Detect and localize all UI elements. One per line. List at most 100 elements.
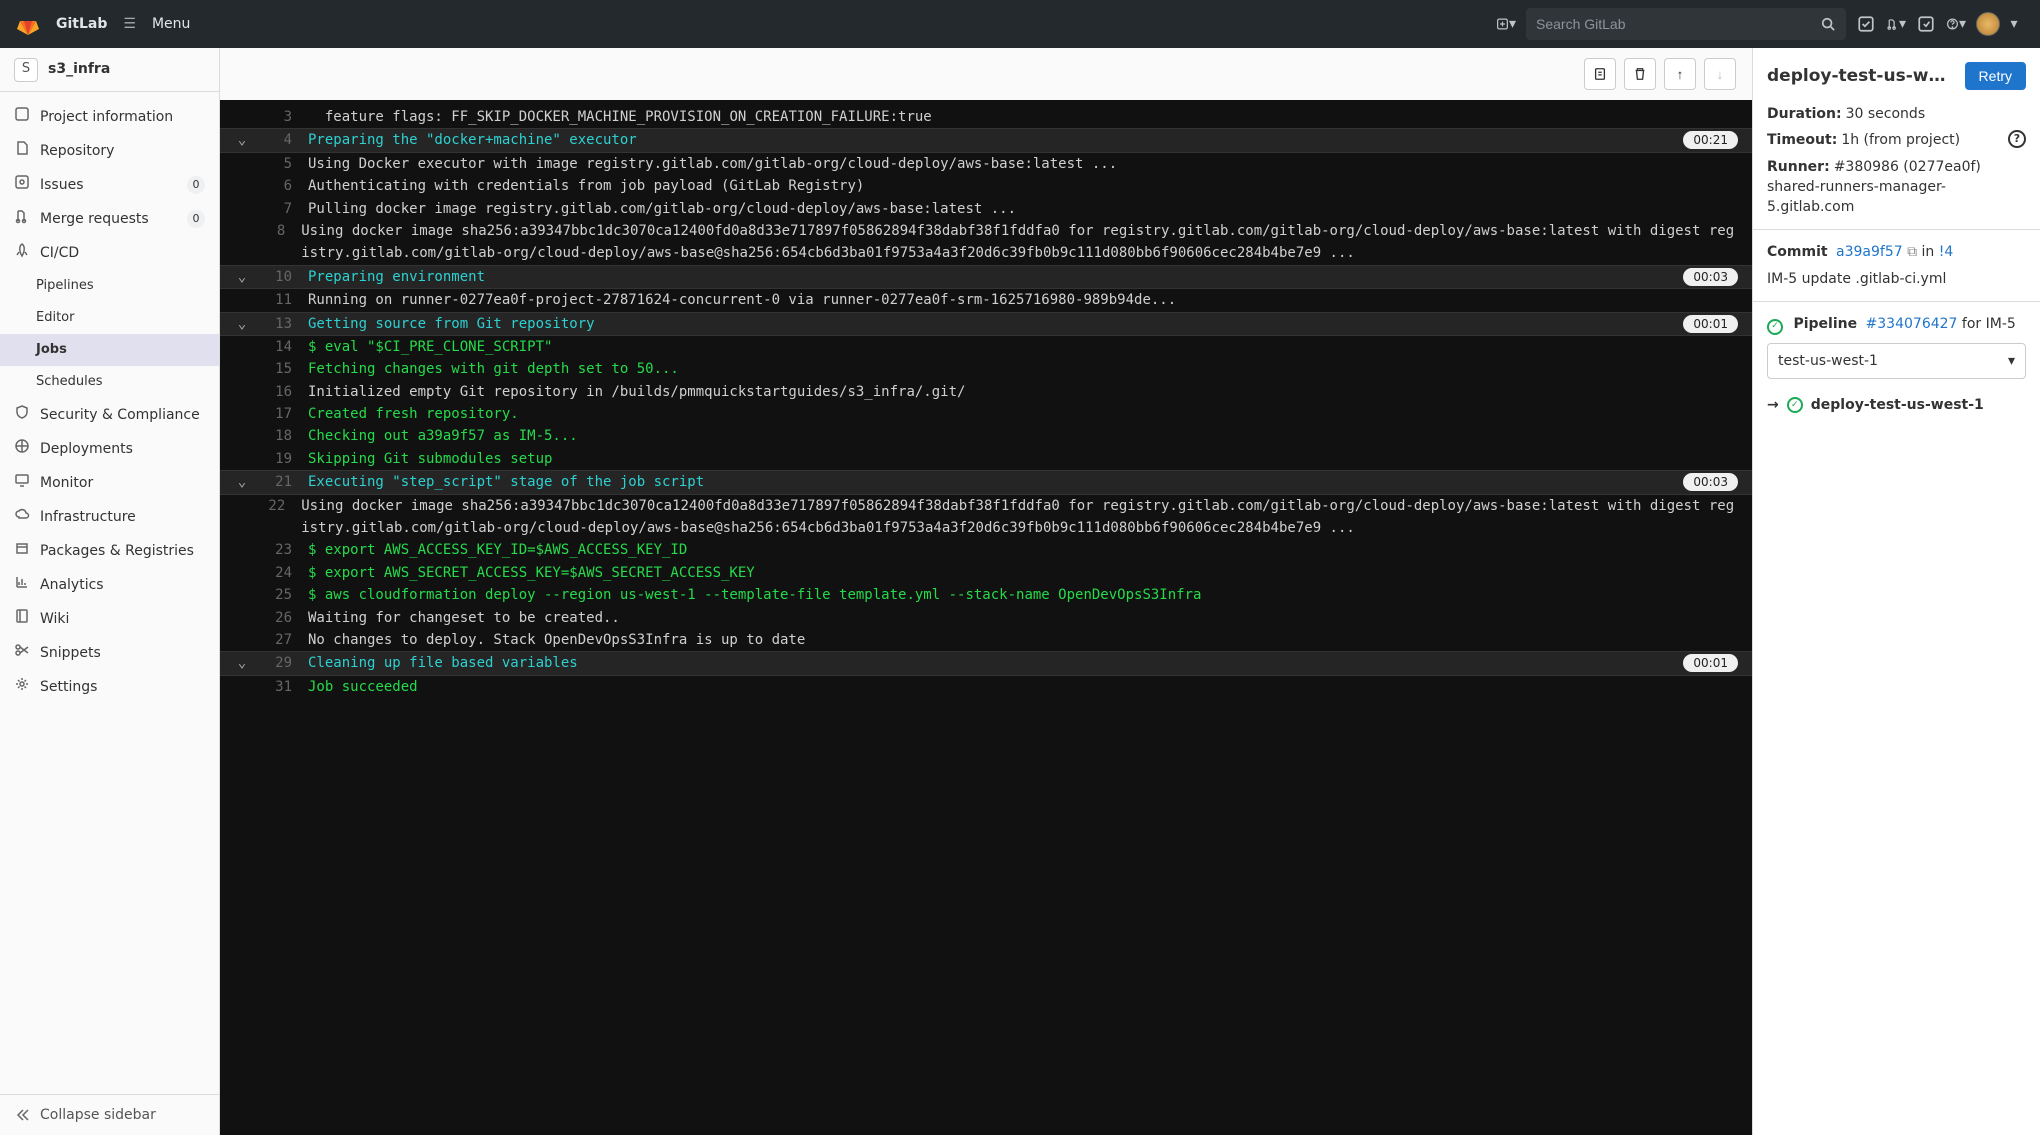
brand-name[interactable]: GitLab [56, 14, 107, 34]
chevron-down-icon [234, 562, 250, 584]
log-line: 15Fetching changes with git depth set to… [220, 358, 1752, 380]
log-line: 7Pulling docker image registry.gitlab.co… [220, 198, 1752, 220]
sidebar-item-merge-requests[interactable]: Merge requests0 [0, 202, 219, 236]
scroll-top-button[interactable]: ↑ [1664, 58, 1696, 90]
commit-sha-link[interactable]: a39a9f57 [1836, 244, 1903, 260]
log-line: 14$ eval "$CI_PRE_CLONE_SCRIPT" [220, 336, 1752, 358]
sidebar-item-repository[interactable]: Repository [0, 134, 219, 168]
scissors-icon [14, 642, 30, 664]
merge-icon [14, 208, 30, 230]
raw-log-button[interactable] [1584, 58, 1616, 90]
help-nav-icon[interactable]: ▾ [1946, 14, 1966, 34]
merge-requests-nav-icon[interactable]: ▾ [1886, 14, 1906, 34]
log-line: 23$ export AWS_ACCESS_KEY_ID=$AWS_ACCESS… [220, 539, 1752, 561]
log-line: 18Checking out a39a9f57 as IM-5... [220, 425, 1752, 447]
hamburger-icon[interactable]: ☰ [123, 14, 136, 34]
sidebar-item-wiki[interactable]: Wiki [0, 602, 219, 636]
log-line: 25$ aws cloudformation deploy --region u… [220, 584, 1752, 606]
chevron-down-icon [234, 584, 250, 606]
copy-sha-icon[interactable]: ⧉ [1907, 244, 1921, 260]
search-input[interactable] [1526, 8, 1846, 40]
sidebar-item-infrastructure[interactable]: Infrastructure [0, 500, 219, 534]
todos-nav-icon[interactable] [1916, 14, 1936, 34]
project-header[interactable]: S s3_infra [0, 48, 219, 92]
sidebar-item-monitor[interactable]: Monitor [0, 466, 219, 500]
log-section-header[interactable]: ⌄13Getting source from Git repository00:… [220, 312, 1752, 336]
user-avatar[interactable]: ▾ [1976, 12, 2024, 36]
chevron-down-icon: ⌄ [234, 471, 250, 493]
pipeline-row: ✓ Pipeline #334076427 for IM-5 [1767, 314, 2026, 335]
stage-dropdown[interactable]: test-us-west-1 ▾ [1767, 343, 2026, 379]
search-icon [1818, 14, 1838, 34]
chevron-down-icon: ⌄ [234, 313, 250, 335]
chevron-down-icon [234, 106, 250, 128]
sidebar-item-ci-cd[interactable]: CI/CD [0, 236, 219, 270]
project-name: s3_infra [48, 59, 110, 79]
collapse-icon [14, 1107, 30, 1123]
sidebar-item-editor[interactable]: Editor [0, 302, 219, 334]
plus-icon[interactable]: ▾ [1496, 14, 1516, 34]
commit-message: IM-5 update .gitlab-ci.yml [1767, 269, 2026, 289]
package-icon [14, 540, 30, 562]
runner-row: Runner:#380986 (0277ea0f) shared-runners… [1767, 157, 2026, 218]
chevron-down-icon [234, 175, 250, 197]
sidebar-item-jobs[interactable]: Jobs [0, 334, 219, 366]
scroll-bottom-button[interactable]: ↓ [1704, 58, 1736, 90]
log-section-header[interactable]: ⌄21Executing "step_script" stage of the … [220, 470, 1752, 494]
arrow-right-icon: → [1767, 395, 1779, 415]
chart-icon [14, 574, 30, 596]
log-line: 26Waiting for changeset to be created.. [220, 607, 1752, 629]
chevron-down-icon [234, 629, 250, 651]
sidebar-item-project-information[interactable]: Project information [0, 100, 219, 134]
chevron-down-icon [234, 289, 250, 311]
sidebar-item-pipelines[interactable]: Pipelines [0, 270, 219, 302]
job-log[interactable]: 3 feature flags: FF_SKIP_DOCKER_MACHINE_… [220, 100, 1752, 1135]
log-section-header[interactable]: ⌄4Preparing the "docker+machine" executo… [220, 128, 1752, 152]
sidebar-item-settings[interactable]: Settings [0, 670, 219, 704]
log-line: 19Skipping Git submodules setup [220, 448, 1752, 470]
chevron-down-icon [234, 607, 250, 629]
section-duration: 00:01 [1683, 654, 1738, 672]
chevron-down-icon: ⌄ [234, 652, 250, 674]
timeout-info-icon[interactable]: ? [2008, 130, 2026, 148]
section-duration: 00:21 [1683, 131, 1738, 149]
chevron-down-icon [234, 198, 250, 220]
project-sidebar: S s3_infra Project informationRepository… [0, 48, 220, 1135]
chevron-down-icon [234, 381, 250, 403]
related-job-link[interactable]: → ✓ deploy-test-us-west-1 [1767, 395, 2026, 415]
retry-button[interactable]: Retry [1965, 62, 2026, 90]
sidebar-nav: Project informationRepositoryIssues0Merg… [0, 92, 219, 1094]
collapse-sidebar[interactable]: Collapse sidebar [0, 1094, 219, 1135]
sidebar-item-issues[interactable]: Issues0 [0, 168, 219, 202]
sidebar-item-packages-registries[interactable]: Packages & Registries [0, 534, 219, 568]
erase-log-button[interactable] [1624, 58, 1656, 90]
log-line: 11Running on runner-0277ea0f-project-278… [220, 289, 1752, 311]
chevron-down-icon: ▾ [2008, 351, 2015, 371]
section-duration: 00:03 [1683, 473, 1738, 491]
chevron-down-icon [234, 448, 250, 470]
sidebar-item-schedules[interactable]: Schedules [0, 366, 219, 398]
sidebar-item-analytics[interactable]: Analytics [0, 568, 219, 602]
merge-request-link[interactable]: !4 [1939, 244, 1954, 260]
chevron-down-icon [234, 336, 250, 358]
gear-icon [14, 676, 30, 698]
menu-label[interactable]: Menu [152, 14, 190, 34]
sidebar-item-snippets[interactable]: Snippets [0, 636, 219, 670]
gitlab-logo-icon[interactable] [16, 12, 40, 36]
sidebar-item-deployments[interactable]: Deployments [0, 432, 219, 466]
chevron-down-icon [234, 676, 250, 698]
job-details-panel: deploy-test-us-w… Retry Duration:30 seco… [1752, 48, 2040, 1135]
job-title: deploy-test-us-w… [1767, 64, 1955, 89]
pipeline-status-icon: ✓ [1767, 319, 1783, 335]
log-section-header[interactable]: ⌄29Cleaning up file based variables00:01 [220, 651, 1752, 675]
log-line: 31Job succeeded [220, 676, 1752, 698]
sidebar-item-security-compliance[interactable]: Security & Compliance [0, 398, 219, 432]
commit-row: Commit a39a9f57 ⧉ in !4 [1767, 242, 2026, 262]
file-icon [14, 140, 30, 162]
monitor-icon [14, 472, 30, 494]
pipeline-link[interactable]: #334076427 [1866, 316, 1958, 332]
chevron-down-icon: ⌄ [234, 266, 250, 288]
log-section-header[interactable]: ⌄10Preparing environment00:03 [220, 265, 1752, 289]
issues-nav-icon[interactable] [1856, 14, 1876, 34]
search-field[interactable] [1534, 15, 1818, 33]
